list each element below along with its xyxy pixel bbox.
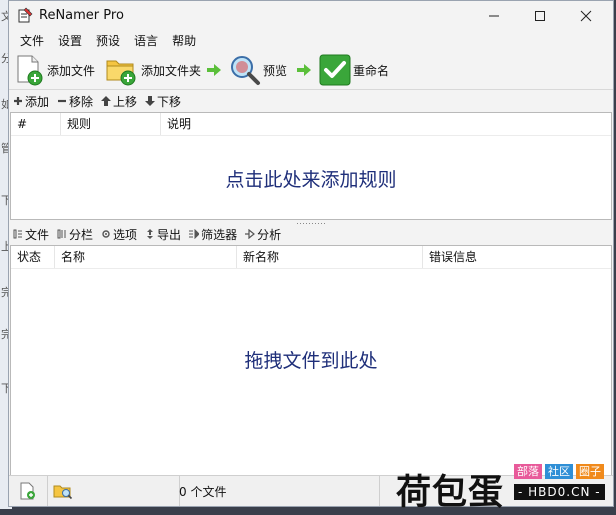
filter-menu-button[interactable]: 筛选器 bbox=[189, 226, 237, 243]
window-title: ReNamer Pro bbox=[39, 8, 124, 23]
menu-settings[interactable]: 设置 bbox=[51, 31, 89, 51]
columns-icon bbox=[57, 229, 66, 239]
renamer-window: ReNamer Pro 文件 设置 预设 语言 帮助 添加文件 添加文件夹 预览… bbox=[8, 0, 614, 507]
analyze-icon bbox=[245, 229, 256, 239]
move-up-label: 上移 bbox=[113, 94, 138, 109]
plus-icon bbox=[14, 97, 22, 105]
move-up-button[interactable]: 上移 bbox=[101, 93, 137, 110]
watermark: 荷包蛋 部落 社区 圈子 - HBD0.CN - bbox=[396, 464, 612, 513]
maximize-button[interactable] bbox=[517, 1, 563, 31]
col-new-name[interactable]: 新名称 bbox=[237, 246, 423, 268]
files-menu-label: 文件 bbox=[25, 227, 50, 242]
filter-icon bbox=[189, 229, 200, 239]
close-button[interactable] bbox=[563, 1, 609, 31]
add-folder-label: 添加文件夹 bbox=[141, 63, 202, 78]
col-index[interactable]: # bbox=[11, 113, 61, 135]
file-count: 0 个文件 bbox=[173, 476, 380, 506]
col-name[interactable]: 名称 bbox=[55, 246, 237, 268]
preview-label: 预览 bbox=[263, 63, 288, 78]
options-menu-button[interactable]: 选项 bbox=[101, 226, 137, 243]
analyze-menu-button[interactable]: 分析 bbox=[245, 226, 281, 243]
export-icon bbox=[147, 229, 154, 239]
status-add-file-button[interactable] bbox=[9, 476, 48, 506]
watermark-tag: 圈子 bbox=[576, 464, 604, 479]
minimize-button[interactable] bbox=[471, 1, 517, 31]
arrow-right-icon bbox=[207, 64, 221, 76]
watermark-tag: 部落 bbox=[514, 464, 542, 479]
add-file-icon bbox=[20, 482, 35, 500]
watermark-tag: 社区 bbox=[545, 464, 573, 479]
preview-button[interactable]: 预览 bbox=[229, 53, 287, 87]
rules-toolbar: 添加 移除 上移 下移 bbox=[9, 91, 613, 111]
add-rules-hint[interactable]: 点击此处来添加规则 bbox=[11, 165, 611, 192]
col-description[interactable]: 说明 bbox=[161, 113, 607, 135]
remove-rule-button[interactable]: 移除 bbox=[57, 93, 93, 110]
col-error[interactable]: 错误信息 bbox=[423, 246, 607, 268]
move-down-label: 下移 bbox=[157, 94, 182, 109]
rename-label: 重命名 bbox=[353, 63, 390, 78]
arrow-up-icon bbox=[101, 96, 112, 106]
move-down-button[interactable]: 下移 bbox=[145, 93, 181, 110]
arrow-right-icon bbox=[297, 64, 311, 76]
files-column-header: 状态 名称 新名称 错误信息 bbox=[11, 246, 611, 269]
add-folder-icon bbox=[106, 60, 136, 86]
remove-rule-label: 移除 bbox=[69, 94, 94, 109]
drop-files-hint[interactable]: 拖拽文件到此处 bbox=[11, 346, 611, 373]
minimize-icon bbox=[489, 15, 499, 17]
options-menu-label: 选项 bbox=[113, 227, 138, 242]
app-icon bbox=[18, 7, 33, 23]
watermark-title: 荷包蛋 bbox=[396, 473, 505, 513]
file-list-icon bbox=[13, 229, 22, 239]
arrow-down-icon bbox=[145, 96, 156, 106]
minus-icon bbox=[58, 99, 67, 103]
watermark-tags: 部落 社区 圈子 bbox=[514, 464, 607, 479]
columns-menu-label: 分栏 bbox=[69, 227, 94, 242]
add-rule-label: 添加 bbox=[25, 94, 50, 109]
magnifier-icon bbox=[231, 56, 260, 85]
menu-bar: 文件 设置 预设 语言 帮助 bbox=[9, 31, 613, 51]
close-icon bbox=[580, 10, 592, 22]
main-toolbar: 添加文件 添加文件夹 预览 重命名 bbox=[9, 51, 613, 90]
col-status[interactable]: 状态 bbox=[11, 246, 55, 268]
add-files-label: 添加文件 bbox=[47, 63, 96, 78]
add-files-button[interactable]: 添加文件 bbox=[15, 53, 95, 87]
files-menu-button[interactable]: 文件 bbox=[13, 226, 49, 243]
menu-language[interactable]: 语言 bbox=[127, 31, 165, 51]
options-icon bbox=[102, 230, 110, 238]
filter-menu-label: 筛选器 bbox=[201, 227, 238, 242]
folder-search-icon bbox=[53, 485, 73, 500]
add-rule-button[interactable]: 添加 bbox=[13, 93, 49, 110]
files-panel[interactable]: 状态 名称 新名称 错误信息 拖拽文件到此处 bbox=[10, 245, 612, 478]
add-folder-button[interactable]: 添加文件夹 bbox=[105, 53, 201, 87]
add-file-icon bbox=[17, 55, 43, 86]
watermark-url: - HBD0.CN - bbox=[514, 484, 605, 500]
maximize-icon bbox=[535, 11, 545, 21]
col-rule[interactable]: 规则 bbox=[61, 113, 161, 135]
analyze-menu-label: 分析 bbox=[257, 227, 282, 242]
export-menu-button[interactable]: 导出 bbox=[145, 226, 181, 243]
rules-column-header: # 规则 说明 bbox=[11, 113, 611, 136]
menu-presets[interactable]: 预设 bbox=[89, 31, 127, 51]
menu-help[interactable]: 帮助 bbox=[165, 31, 203, 51]
checkmark-icon bbox=[319, 54, 351, 86]
columns-menu-button[interactable]: 分栏 bbox=[57, 226, 93, 243]
title-bar[interactable]: ReNamer Pro bbox=[9, 1, 613, 31]
rules-panel[interactable]: # 规则 说明 点击此处来添加规则 bbox=[10, 112, 612, 220]
menu-file[interactable]: 文件 bbox=[13, 31, 51, 51]
rename-button[interactable]: 重命名 bbox=[319, 53, 389, 87]
export-menu-label: 导出 bbox=[157, 227, 182, 242]
status-search-folder-button[interactable] bbox=[47, 476, 180, 506]
files-toolbar: 文件 分栏 选项 导出 筛选器 分析 bbox=[9, 224, 613, 244]
